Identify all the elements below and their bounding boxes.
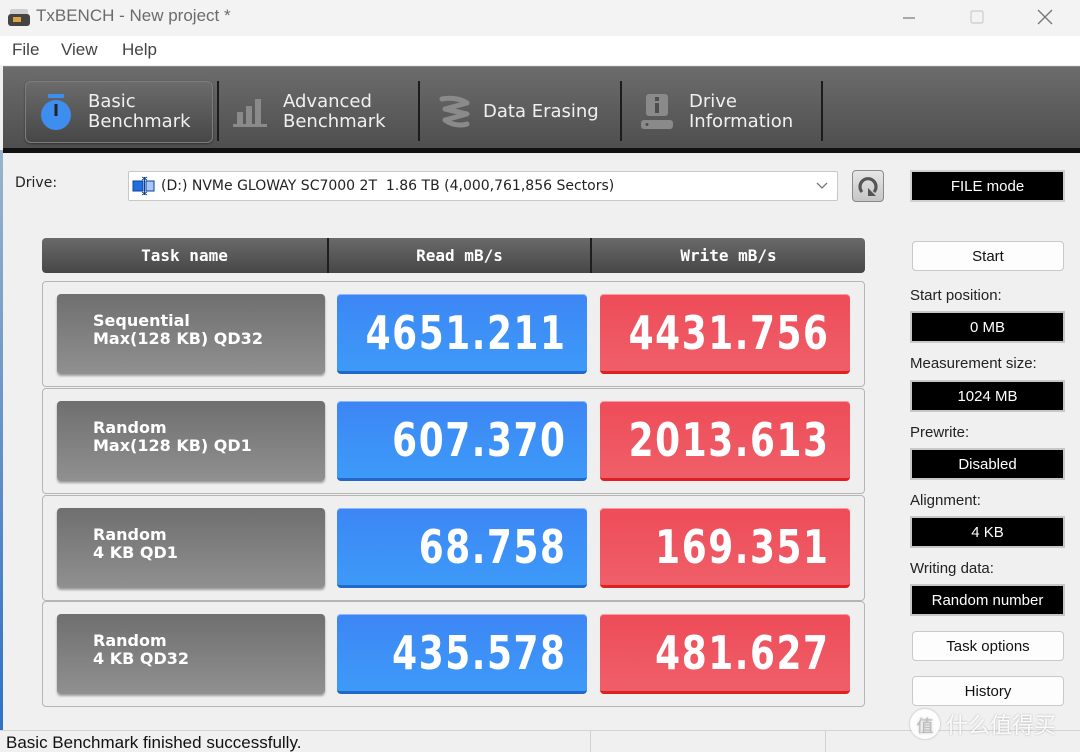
toolbar-separator bbox=[217, 81, 219, 141]
status-text: Basic Benchmark finished successfully. bbox=[6, 733, 302, 752]
result-row: Sequential Max(128 KB) QD32 4651.211 443… bbox=[42, 281, 865, 387]
task-name-line2: 4 KB QD1 bbox=[93, 543, 178, 562]
start-position-label: Start position: bbox=[910, 287, 1002, 304]
watermark-logo-icon: 值 bbox=[910, 709, 940, 739]
result-row: Random Max(128 KB) QD1 607.370 2013.613 bbox=[42, 388, 865, 494]
watermark-text: 什么值得买 bbox=[946, 714, 1057, 739]
refresh-icon bbox=[858, 177, 878, 196]
start-button[interactable]: Start bbox=[912, 241, 1064, 271]
measurement-size-value[interactable]: 1024 MB bbox=[910, 380, 1065, 412]
drive-info-icon bbox=[637, 92, 677, 132]
maximize-button[interactable] bbox=[942, 0, 1012, 34]
bar-chart-icon bbox=[231, 92, 271, 132]
tab-advanced-benchmark[interactable]: Advanced Benchmark bbox=[231, 81, 419, 143]
menu-file[interactable]: File bbox=[12, 40, 39, 60]
write-value-text: 2013.613 bbox=[629, 412, 830, 467]
read-value: 68.758 bbox=[337, 508, 587, 588]
app-icon bbox=[8, 9, 30, 26]
alignment-label: Alignment: bbox=[910, 492, 981, 509]
refresh-button[interactable] bbox=[852, 170, 884, 202]
toolbar-separator bbox=[418, 81, 420, 141]
history-button[interactable]: History bbox=[912, 676, 1064, 706]
measurement-size-label: Measurement size: bbox=[910, 355, 1037, 372]
read-value-text: 68.758 bbox=[419, 519, 567, 574]
menu-bar: File View Help bbox=[0, 36, 1080, 65]
toolbar-bottom-border bbox=[3, 148, 1080, 153]
writing-data-label: Writing data: bbox=[910, 560, 994, 577]
title-bar: TxBENCH - New project * bbox=[0, 0, 1080, 36]
write-value: 169.351 bbox=[600, 508, 850, 588]
drive-select-value: (D:) NVMe GLOWAY SC7000 2T 1.86 TB (4,00… bbox=[161, 178, 615, 194]
window-edge bbox=[0, 150, 3, 752]
tab-label-line2: Benchmark bbox=[283, 111, 386, 132]
write-value-text: 4431.756 bbox=[629, 305, 830, 360]
window-title: TxBENCH - New project * bbox=[36, 6, 231, 25]
tab-label-line1: Data Erasing bbox=[483, 101, 599, 122]
watermark: 值 什么值得买 bbox=[910, 708, 1056, 740]
drive-icon bbox=[132, 176, 155, 196]
alignment-value[interactable]: 4 KB bbox=[910, 516, 1065, 548]
task-button[interactable]: Random 4 KB QD32 bbox=[57, 614, 325, 694]
read-value: 435.578 bbox=[337, 614, 587, 694]
task-name-line1: Random bbox=[93, 418, 167, 437]
task-button[interactable]: Sequential Max(128 KB) QD32 bbox=[57, 294, 325, 374]
task-name-line2: Max(128 KB) QD1 bbox=[93, 436, 252, 455]
tab-drive-information[interactable]: Drive Information bbox=[637, 81, 823, 143]
drive-label: Drive: bbox=[15, 175, 58, 191]
menu-help[interactable]: Help bbox=[122, 40, 157, 60]
menu-view[interactable]: View bbox=[61, 40, 98, 60]
read-value: 4651.211 bbox=[337, 294, 587, 374]
header-task-name: Task name bbox=[42, 238, 329, 273]
maximize-icon bbox=[970, 10, 984, 24]
task-name-line1: Sequential bbox=[93, 311, 190, 330]
tab-label-line1: Drive bbox=[689, 91, 737, 112]
header-read: Read mB/s bbox=[329, 238, 592, 273]
read-value-text: 607.370 bbox=[392, 412, 567, 467]
prewrite-value[interactable]: Disabled bbox=[910, 448, 1065, 480]
tab-basic-benchmark[interactable]: Basic Benchmark bbox=[25, 81, 213, 143]
start-position-value[interactable]: 0 MB bbox=[910, 311, 1065, 343]
drive-select[interactable]: (D:) NVMe GLOWAY SC7000 2T 1.86 TB (4,00… bbox=[128, 171, 838, 201]
chevron-down-icon bbox=[816, 182, 828, 189]
task-name-line1: Random bbox=[93, 525, 167, 544]
task-name-line2: Max(128 KB) QD32 bbox=[93, 329, 263, 348]
status-separator bbox=[590, 731, 591, 752]
tab-label-line2: Information bbox=[689, 111, 794, 132]
result-row: Random 4 KB QD1 68.758 169.351 bbox=[42, 495, 865, 601]
eraser-icon bbox=[435, 92, 475, 132]
file-mode-indicator: FILE mode bbox=[910, 170, 1065, 202]
task-name-line2: 4 KB QD32 bbox=[93, 649, 190, 668]
main-toolbar: Basic Benchmark Advanced Benchmark Data … bbox=[3, 66, 1080, 150]
task-name-line1: Random bbox=[93, 631, 167, 650]
stopwatch-icon bbox=[36, 92, 76, 132]
task-options-button[interactable]: Task options bbox=[912, 631, 1064, 661]
minimize-button[interactable] bbox=[874, 0, 944, 34]
prewrite-label: Prewrite: bbox=[910, 424, 970, 441]
read-value: 607.370 bbox=[337, 401, 587, 481]
write-value: 2013.613 bbox=[600, 401, 850, 481]
results-table-header: Task name Read mB/s Write mB/s bbox=[42, 238, 865, 273]
read-value-text: 4651.211 bbox=[366, 305, 567, 360]
task-button[interactable]: Random 4 KB QD1 bbox=[57, 508, 325, 588]
tab-label-line1: Basic bbox=[88, 91, 136, 112]
read-value-text: 435.578 bbox=[392, 625, 567, 680]
close-button[interactable] bbox=[1010, 0, 1080, 34]
write-value-text: 481.627 bbox=[655, 625, 830, 680]
header-write: Write mB/s bbox=[680, 246, 777, 265]
tab-label-line1: Advanced bbox=[283, 91, 372, 112]
toolbar-separator bbox=[620, 81, 622, 141]
tab-label-line2: Benchmark bbox=[88, 111, 191, 132]
minimize-icon bbox=[903, 17, 915, 19]
write-value: 4431.756 bbox=[600, 294, 850, 374]
status-separator bbox=[825, 731, 826, 752]
tab-data-erasing[interactable]: Data Erasing bbox=[435, 81, 621, 143]
writing-data-value[interactable]: Random number bbox=[910, 584, 1065, 616]
task-button[interactable]: Random Max(128 KB) QD1 bbox=[57, 401, 325, 481]
write-value-text: 169.351 bbox=[655, 519, 830, 574]
close-icon bbox=[1037, 9, 1053, 25]
toolbar-separator bbox=[821, 81, 823, 141]
result-row: Random 4 KB QD32 435.578 481.627 bbox=[42, 601, 865, 707]
write-value: 481.627 bbox=[600, 614, 850, 694]
